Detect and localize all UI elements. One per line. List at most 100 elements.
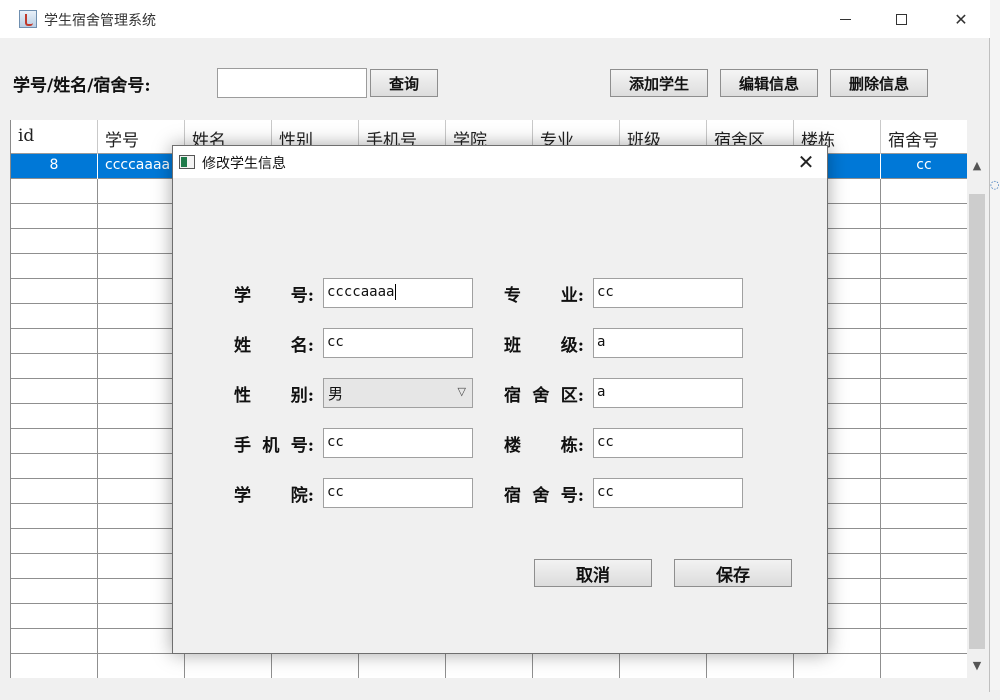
major-field[interactable]: cc	[593, 278, 743, 308]
name-label: 姓名:	[234, 335, 314, 356]
delete-info-button[interactable]: 删除信息	[830, 69, 928, 97]
table-cell[interactable]	[11, 479, 98, 504]
table-cell[interactable]	[707, 654, 794, 678]
building-field[interactable]: cc	[593, 428, 743, 458]
table-cell[interactable]	[881, 504, 967, 529]
table-cell[interactable]	[881, 279, 967, 304]
class-label: 班级:	[504, 335, 584, 356]
search-input[interactable]	[217, 68, 367, 98]
edit-student-dialog: 修改学生信息 ✕ 学号: 姓名: 性别: 手机号: 学院: ccccaaaa c…	[172, 145, 828, 654]
table-cell[interactable]	[881, 229, 967, 254]
table-cell[interactable]	[881, 654, 967, 678]
table-cell[interactable]	[881, 304, 967, 329]
table-cell[interactable]	[11, 429, 98, 454]
table-cell[interactable]	[620, 654, 707, 678]
table-cell[interactable]	[11, 229, 98, 254]
scrollbar-thumb[interactable]	[969, 194, 985, 649]
minimize-button[interactable]	[822, 0, 868, 38]
table-cell[interactable]	[881, 254, 967, 279]
table-cell[interactable]	[881, 604, 967, 629]
table-cell[interactable]	[881, 354, 967, 379]
table-cell[interactable]	[881, 179, 967, 204]
window-title: 学生宿舍管理系统	[44, 13, 156, 29]
query-button[interactable]: 查询	[370, 69, 438, 97]
name-field[interactable]: cc	[323, 328, 473, 358]
text-caret	[395, 284, 397, 300]
table-cell[interactable]	[11, 354, 98, 379]
table-cell[interactable]	[11, 454, 98, 479]
table-cell[interactable]	[446, 654, 533, 678]
table-cell[interactable]	[11, 379, 98, 404]
table-cell[interactable]	[359, 654, 446, 678]
table-cell[interactable]	[11, 329, 98, 354]
table-cell[interactable]	[794, 654, 881, 678]
table-cell[interactable]	[881, 479, 967, 504]
table-cell[interactable]	[11, 279, 98, 304]
column-header-room-no[interactable]: 宿舍号	[881, 120, 967, 154]
maximize-icon	[895, 13, 907, 25]
cancel-button[interactable]: 取消	[534, 559, 652, 587]
table-cell[interactable]	[881, 429, 967, 454]
student-no-label: 学号:	[234, 285, 314, 306]
table-cell[interactable]	[11, 504, 98, 529]
table-cell[interactable]	[881, 379, 967, 404]
add-student-button[interactable]: 添加学生	[610, 69, 708, 97]
table-cell[interactable]	[11, 654, 98, 678]
dorm-area-field[interactable]: a	[593, 378, 743, 408]
table-cell[interactable]	[881, 629, 967, 654]
college-field[interactable]: cc	[323, 478, 473, 508]
gender-label: 性别:	[234, 385, 314, 406]
save-button[interactable]: 保存	[674, 559, 792, 587]
class-field[interactable]: a	[593, 328, 743, 358]
table-cell[interactable]	[881, 329, 967, 354]
table-cell[interactable]	[881, 579, 967, 604]
table-cell[interactable]	[881, 454, 967, 479]
close-icon: ✕	[954, 9, 968, 29]
table-cell[interactable]	[11, 579, 98, 604]
table-cell[interactable]	[185, 654, 272, 678]
table-cell[interactable]	[11, 404, 98, 429]
major-label: 专业:	[504, 285, 584, 306]
table-cell[interactable]	[881, 204, 967, 229]
phone-field[interactable]: cc	[323, 428, 473, 458]
chevron-down-icon[interactable]: ▼	[967, 654, 987, 676]
dialog-title-bar: 修改学生信息 ✕	[173, 146, 827, 178]
building-label: 楼栋:	[504, 435, 584, 456]
search-label: 学号/姓名/宿舍号:	[13, 76, 151, 96]
gender-select[interactable]: 男 ▽	[323, 378, 473, 408]
table-cell[interactable]	[11, 304, 98, 329]
dorm-area-label: 宿舍区:	[504, 385, 584, 406]
table-cell[interactable]	[11, 204, 98, 229]
dialog-close-icon[interactable]: ✕	[791, 148, 821, 176]
table-cell[interactable]	[11, 254, 98, 279]
table-row[interactable]	[11, 654, 967, 678]
phone-label: 手机号:	[234, 435, 314, 456]
table-cell[interactable]	[533, 654, 620, 678]
chevron-down-icon: ▽	[457, 385, 466, 398]
table-cell[interactable]	[98, 654, 185, 678]
table-cell[interactable]	[881, 404, 967, 429]
table-cell[interactable]	[881, 554, 967, 579]
table-cell[interactable]	[11, 179, 98, 204]
edit-info-button[interactable]: 编辑信息	[720, 69, 818, 97]
room-no-field[interactable]: cc	[593, 478, 743, 508]
column-header-id[interactable]: id	[11, 120, 98, 154]
chevron-up-icon[interactable]: ▲	[967, 154, 987, 176]
java-app-icon	[19, 10, 37, 28]
title-bar: 学生宿舍管理系统 ✕	[0, 0, 990, 38]
table-cell[interactable]	[11, 604, 98, 629]
table-cell[interactable]	[11, 629, 98, 654]
table-cell[interactable]	[11, 554, 98, 579]
table-cell[interactable]	[272, 654, 359, 678]
window-icon	[179, 155, 195, 169]
room-no-label: 宿舍号:	[504, 485, 584, 506]
cell-id[interactable]: 8	[11, 154, 98, 179]
table-vertical-scrollbar[interactable]: ▲ ▼	[967, 154, 987, 678]
student-no-field[interactable]: ccccaaaa	[323, 278, 473, 308]
dialog-title: 修改学生信息	[202, 156, 286, 172]
table-cell[interactable]	[881, 529, 967, 554]
maximize-button[interactable]	[878, 0, 924, 38]
cell-room-no[interactable]: cc	[881, 154, 967, 179]
close-button[interactable]: ✕	[938, 0, 984, 38]
table-cell[interactable]	[11, 529, 98, 554]
